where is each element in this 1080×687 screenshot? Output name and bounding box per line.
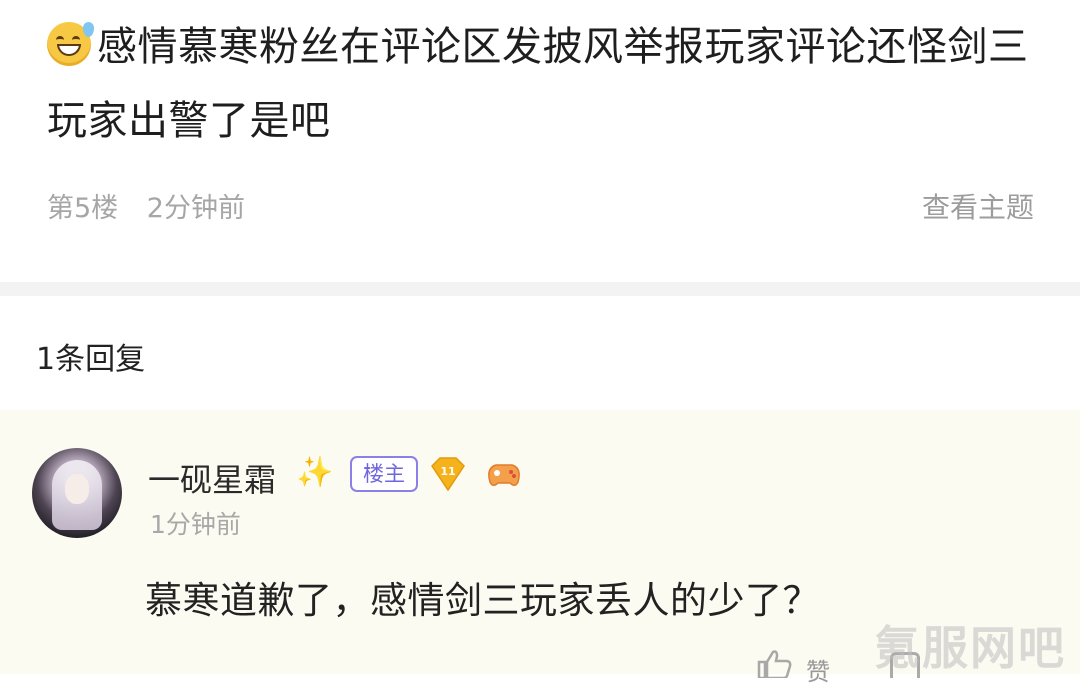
reply-text: 慕寒道歉了，感情剑三玩家丢人的少了？ [145, 579, 820, 622]
section-divider [0, 282, 1080, 296]
reply-time: 1分钟前 [150, 510, 241, 539]
avatar[interactable] [32, 448, 122, 538]
post-meta: 第5楼 2分钟前 [47, 186, 265, 225]
watermark: 氪服网吧 [874, 621, 1066, 675]
reply-count-label: 1条回复 [36, 342, 146, 377]
sparkle-decoration: ✨ [296, 455, 334, 490]
level-badge-icon: 11 [431, 457, 465, 492]
post-time: 2分钟前 [146, 193, 245, 224]
level-number: 11 [440, 465, 455, 478]
like-label[interactable]: 赞 [806, 652, 830, 687]
post-content: 感情慕寒粉丝在评论区发披风举报玩家评论还怪剑三玩家出警了是吧 [47, 10, 1037, 158]
sweat-smile-emoji-icon [47, 22, 94, 66]
post-text: 感情慕寒粉丝在评论区发披风举报玩家评论还怪剑三玩家出警了是吧 [47, 24, 1029, 144]
view-topic-link[interactable]: 查看主题 [922, 186, 1034, 226]
thread-owner-badge: 楼主 [350, 456, 418, 492]
post-card[interactable]: 感情慕寒粉丝在评论区发披风举报玩家评论还怪剑三玩家出警了是吧 第5楼 2分钟前 … [0, 0, 1080, 282]
floor-number: 第5楼 [47, 193, 119, 224]
gamepad-icon [488, 464, 520, 486]
username[interactable]: 一砚星霜 [148, 455, 276, 501]
